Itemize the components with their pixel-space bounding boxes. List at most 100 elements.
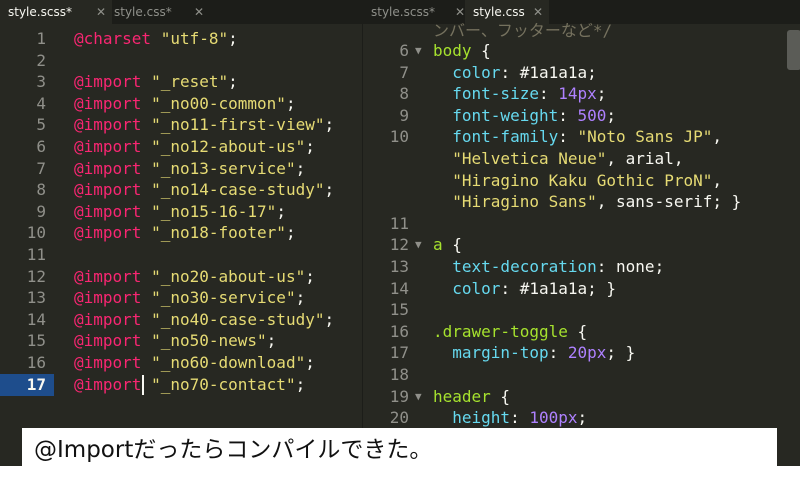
code-token: @import — [74, 93, 142, 113]
code-token: a — [433, 235, 443, 255]
line-number: 8 — [36, 180, 46, 200]
code-text: height: 100px; — [433, 407, 587, 429]
code-token: ; — [305, 353, 315, 372]
tab-bar-left: style.scss* ✕ style.css* ✕ — [0, 0, 362, 24]
line-number: 8 — [399, 84, 409, 104]
code-token: @import — [74, 180, 142, 200]
code-line: 5 @import "_no11-first-view"; — [0, 114, 362, 136]
code-text: header { — [433, 386, 510, 408]
code-line: 10 @import "_no18-footer"; — [0, 222, 362, 244]
code-text: @import "_no15-16-17"; — [74, 201, 286, 223]
code-text: @import "_no50-news"; — [74, 330, 276, 352]
code-token: : — [538, 84, 559, 104]
close-icon[interactable]: ✕ — [96, 0, 106, 24]
line-number: 13 — [26, 288, 46, 308]
line-number: 11 — [26, 245, 46, 264]
code-line: 10 font-family: "Noto Sans JP", — [363, 126, 800, 148]
code-token: 20px — [567, 343, 607, 363]
code-text: color: #1a1a1a; — [433, 62, 597, 84]
code-line: 14 @import "_no40-case-study"; — [0, 309, 362, 331]
code-line: 15 — [363, 299, 800, 321]
code-token: font-size — [452, 84, 539, 104]
code-text: "Hiragino Sans", sans-serif; } — [433, 191, 741, 213]
code-token: margin-top — [452, 343, 549, 363]
tab-label: style.scss* — [8, 5, 72, 19]
code-token: @import — [74, 223, 142, 243]
code-token: : — [558, 127, 578, 147]
code-line: "Helvetica Neue", arial, — [363, 148, 800, 170]
code-token: { — [471, 41, 491, 60]
code-text: @import "_no40-case-study"; — [74, 309, 334, 331]
code-token: : #1a1a1a; } — [500, 278, 617, 298]
line-number: 6 — [36, 137, 46, 156]
code-line: "Hiragino Sans", sans-serif; } — [363, 191, 800, 213]
code-token: ; — [295, 288, 306, 308]
fold-arrow-icon[interactable]: ▼ — [415, 386, 422, 408]
code-text: @import "_no18-footer"; — [74, 222, 296, 244]
code-comment: ンバー、フッターなど*/ — [433, 21, 613, 40]
code-line: 17 margin-top: 20px; } — [363, 342, 800, 364]
tab-label: style.scss* — [371, 5, 435, 19]
code-token: "_no15-16-17" — [151, 201, 277, 221]
code-token: ; — [276, 201, 286, 221]
code-token: "_no18-footer" — [151, 223, 286, 243]
code-token: "_no40-case-study" — [151, 309, 325, 329]
code-token: : #1a1a1a; — [500, 62, 597, 82]
code-line: 3 @import "_reset"; — [0, 71, 362, 93]
line-number: 15 — [389, 300, 409, 320]
code-line: 16 @import "_no60-download"; — [0, 352, 362, 374]
fold-arrow-icon[interactable]: ▼ — [415, 234, 422, 256]
code-token: : — [558, 105, 578, 125]
code-token: { — [567, 321, 588, 341]
code-token: "_no11-first-view" — [151, 115, 325, 135]
code-token: { — [442, 235, 462, 255]
code-line: 8 font-size: 14px; — [363, 83, 800, 105]
code-token: ; — [324, 115, 335, 135]
code-token: "Helvetica Neue" — [452, 149, 607, 168]
code-text: @import "_no14-case-study"; — [74, 179, 334, 201]
code-text: @import "_no70-contact"; — [74, 374, 305, 396]
code-token: ; — [228, 29, 238, 48]
code-token: @import — [74, 331, 142, 351]
line-number: 10 — [26, 223, 46, 243]
code-token: ; — [606, 105, 617, 125]
code-token: header — [433, 386, 491, 406]
line-number: 5 — [36, 115, 46, 135]
code-text: @import "_reset"; — [74, 71, 238, 93]
close-icon[interactable]: ✕ — [194, 0, 204, 24]
line-number: 2 — [36, 50, 46, 70]
code-token: @import — [74, 201, 142, 221]
tab-left_pane-0[interactable]: style.scss* ✕ — [0, 0, 112, 24]
code-token: , arial, — [606, 149, 684, 168]
code-text: @import "_no12-about-us"; — [74, 136, 315, 158]
code-line: 15 @import "_no50-news"; — [0, 330, 362, 352]
code-token: ; — [295, 158, 306, 178]
minimap-scroll-thumb[interactable] — [787, 30, 800, 70]
editor-pane-right[interactable]: style.scss* ✕ style.css ✕ ンバー、フッターなど*/6 ▼ bod… — [362, 0, 800, 466]
line-number: 14 — [26, 309, 46, 329]
fold-arrow-icon[interactable]: ▼ — [415, 40, 422, 62]
code-token: ; — [295, 374, 306, 394]
code-text: "Hiragino Kaku Gothic ProN", — [433, 170, 722, 192]
code-token: @charset — [74, 29, 152, 48]
editor-pane-left[interactable]: style.scss* ✕ style.css* ✕ 1 @charset "utf-8… — [0, 0, 362, 466]
line-number: 17 — [26, 374, 46, 394]
code-line: 4 @import "_no00-common"; — [0, 93, 362, 115]
code-token: ; — [285, 223, 296, 243]
tab-left_pane-1[interactable]: style.css* ✕ — [106, 0, 210, 24]
code-line: 12 ▼ a { — [363, 234, 800, 256]
code-token: ; — [324, 180, 335, 200]
code-token: "_no13-service" — [151, 158, 296, 178]
